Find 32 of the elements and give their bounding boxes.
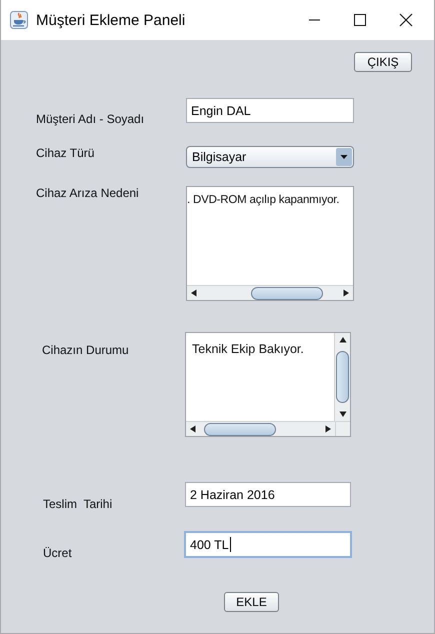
text-area[interactable]: Teknik Ekip Bakıyor.: [185, 332, 351, 437]
scrollbar-thumb[interactable]: [336, 351, 349, 403]
scroll-left-icon[interactable]: [191, 289, 197, 297]
horizontal-scrollbar[interactable]: [186, 421, 335, 436]
field-label: Ücret: [43, 546, 73, 560]
field-label: Müşteri Adı - Soyadı: [36, 112, 146, 126]
scroll-up-icon[interactable]: [338, 337, 346, 343]
scrollbar-thumb[interactable]: [204, 422, 276, 436]
vertical-scrollbar[interactable]: [334, 333, 350, 421]
window-title: Müşteri Ekleme Paneli: [36, 12, 186, 28]
scrollbar-thumb[interactable]: [251, 286, 323, 300]
text-field[interactable]: 400 TL: [184, 531, 352, 558]
exit-button[interactable]: ÇIKIŞ: [354, 52, 412, 72]
scrollbar-corner: [335, 421, 350, 436]
text-field[interactable]: 2 Haziran 2016: [185, 482, 351, 507]
horizontal-scrollbar[interactable]: [187, 285, 353, 300]
scroll-right-icon[interactable]: [343, 289, 349, 297]
scroll-left-icon[interactable]: [190, 425, 196, 433]
text-cursor: [230, 537, 231, 552]
add-button[interactable]: EKLE: [224, 592, 279, 612]
text-area[interactable]: . DVD-ROM açılıp kapanmıyor.: [186, 186, 354, 301]
scroll-down-icon[interactable]: [338, 411, 346, 417]
text-area-content: Teknik Ekip Bakıyor.: [191, 341, 305, 358]
coffee-cup-icon: [10, 11, 28, 29]
field-label: Teslim Tarihi: [43, 497, 114, 511]
field-label: Cihazın Durumu: [42, 342, 130, 359]
text-field[interactable]: Engin DAL: [186, 98, 354, 123]
field-label: Cihaz Türü: [36, 146, 96, 160]
field-label: Cihaz Arıza Nedeni: [36, 186, 140, 202]
text-area-content: . DVD-ROM açılıp kapanmıyor.: [187, 193, 340, 208]
dropdown[interactable]: Bilgisayar: [186, 146, 354, 168]
scroll-right-icon[interactable]: [325, 425, 331, 433]
